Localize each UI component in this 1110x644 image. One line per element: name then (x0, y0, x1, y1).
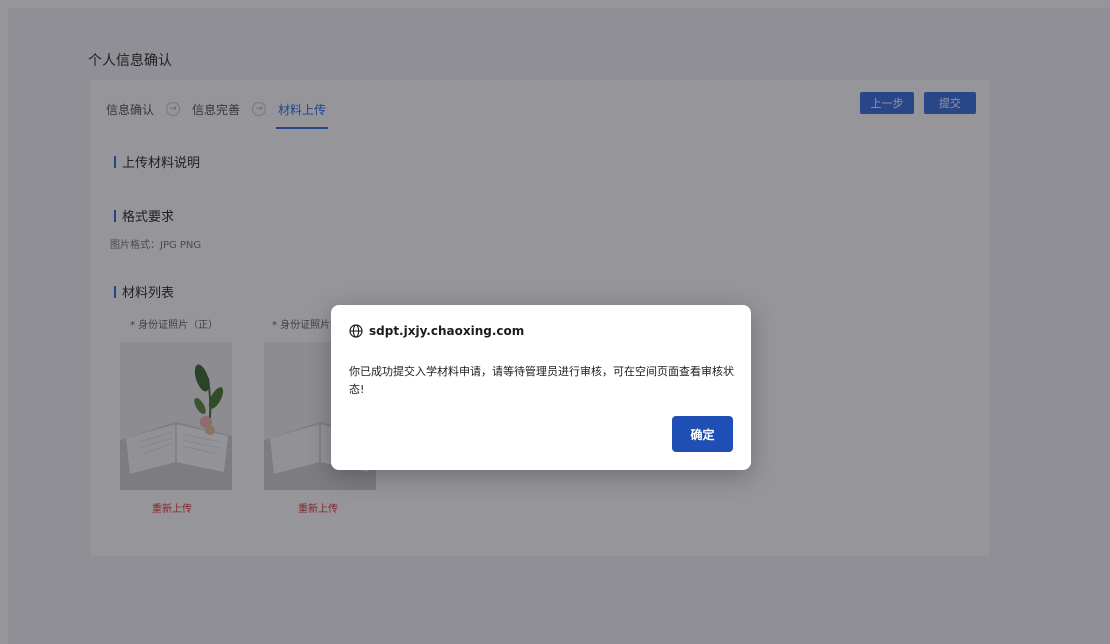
dialog-message: 你已成功提交入学材料申请，请等待管理员进行审核，可在空间页面查看审核状态! (349, 365, 734, 396)
alert-dialog: sdpt.jxjy.chaoxing.com 你已成功提交入学材料申请，请等待管… (331, 305, 751, 470)
dialog-host: sdpt.jxjy.chaoxing.com (369, 324, 525, 338)
confirm-button[interactable]: 确定 (672, 416, 733, 452)
dialog-header: sdpt.jxjy.chaoxing.com (349, 324, 524, 338)
globe-icon (349, 324, 363, 338)
